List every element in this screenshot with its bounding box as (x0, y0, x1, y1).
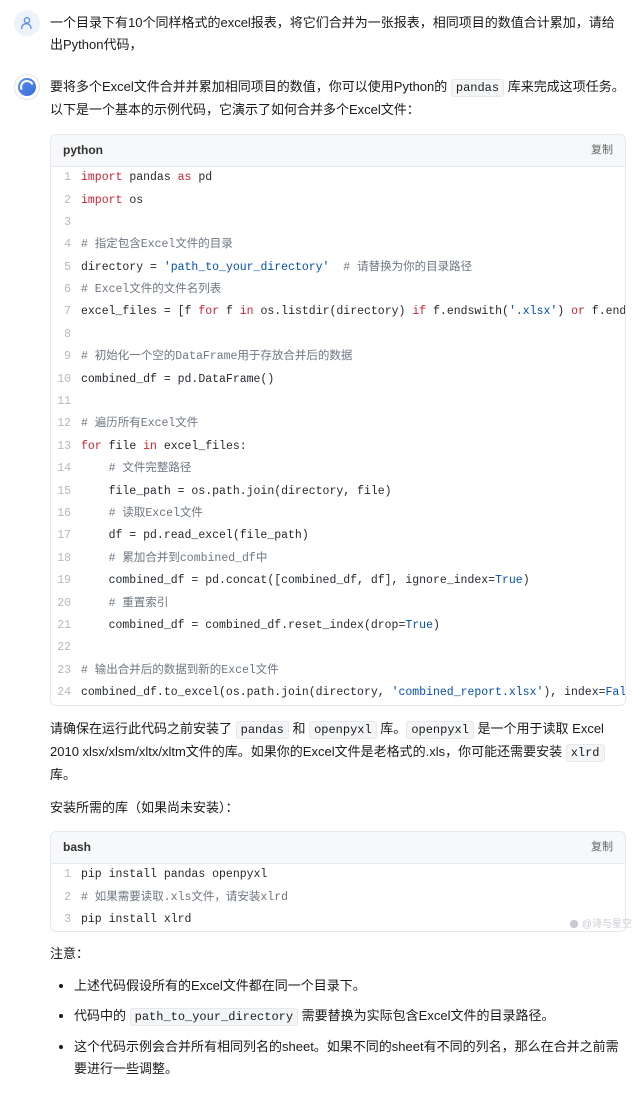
code-block-python: python 复制 1import pandas as pd 2import o… (50, 134, 626, 706)
user-text: 一个目录下有10个同样格式的excel报表，将它们合并为一张报表，相同项目的数值… (50, 12, 626, 56)
user-message: 一个目录下有10个同样格式的excel报表，将它们合并为一张报表，相同项目的数值… (14, 10, 626, 56)
code-header: python 复制 (51, 135, 625, 167)
code-body[interactable]: 1import pandas as pd 2import os 3 4# 指定包… (51, 167, 625, 704)
bot-avatar (14, 74, 40, 100)
list-item: 代码中的 path_to_your_directory 需要替换为实际包含Exc… (74, 1005, 626, 1027)
bot-intro: 要将多个Excel文件合并并累加相同项目的数值，你可以使用Python的 pan… (50, 76, 626, 122)
code-lang-label: bash (63, 838, 91, 857)
list-item: 这个代码示例会合并所有相同列名的sheet。如果不同的sheet有不同的列名，那… (74, 1036, 626, 1080)
copy-button[interactable]: 复制 (591, 142, 613, 160)
user-avatar (14, 10, 40, 36)
watermark: @诗与星空 (569, 917, 632, 933)
bot-message: 要将多个Excel文件合并并累加相同项目的数值，你可以使用Python的 pan… (14, 74, 626, 1088)
code-lang-label: python (63, 141, 103, 160)
watermark-icon (569, 919, 579, 929)
code-body[interactable]: 1pip install pandas openpyxl 2# 如果需要读取.x… (51, 864, 625, 931)
notes-list: 上述代码假设所有的Excel文件都在同一个目录下。 代码中的 path_to_y… (50, 975, 626, 1080)
notes-title: 注意： (50, 944, 626, 965)
install-paragraph: 请确保在运行此代码之前安装了 pandas 和 openpyxl 库。openp… (50, 718, 626, 787)
list-item: 上述代码假设所有的Excel文件都在同一个目录下。 (74, 975, 626, 997)
install-title: 安装所需的库（如果尚未安装）： (50, 798, 626, 819)
code-block-bash: bash 复制 1pip install pandas openpyxl 2# … (50, 831, 626, 932)
user-icon (19, 15, 35, 31)
inline-code: pandas (451, 79, 504, 97)
bot-logo-icon (18, 78, 36, 96)
copy-button[interactable]: 复制 (591, 839, 613, 857)
code-header: bash 复制 (51, 832, 625, 864)
